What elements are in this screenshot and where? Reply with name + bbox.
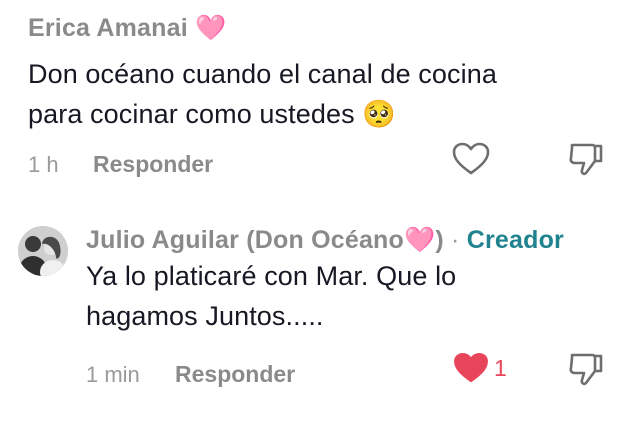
separator-dot: ·: [451, 226, 460, 254]
pink-heart-emoji: 🩷: [404, 226, 436, 254]
comment-username[interactable]: Erica Amanai 🩷: [28, 14, 226, 43]
comment-item: Erica Amanai 🩷 Don océano cuando el cana…: [0, 0, 628, 190]
comment-text-line: hagamos Juntos.....: [86, 301, 324, 331]
avatar[interactable]: [18, 226, 68, 276]
comment-text: Don océano cuando el canal de cocina par…: [28, 54, 618, 134]
comment-text-line: Don océano cuando el canal de cocina: [28, 59, 497, 89]
heart-filled-icon[interactable]: [453, 352, 489, 384]
pleading-face-emoji: 🥺: [362, 99, 396, 129]
creator-badge: Creador: [466, 226, 564, 254]
thumbs-down-icon[interactable]: [568, 142, 604, 178]
reply-button[interactable]: Responder: [93, 151, 213, 178]
comment-text-line: Ya lo platicaré con Mar. Que lo: [86, 261, 457, 291]
reply-comment-item: Julio Aguilar (Don Océano🩷) · Creador Ya…: [0, 200, 628, 426]
thumbs-down-icon[interactable]: [568, 352, 604, 388]
reply-timestamp: 1 min: [86, 362, 140, 387]
pink-heart-emoji: 🩷: [195, 14, 227, 42]
reply-button[interactable]: Responder: [175, 361, 295, 388]
reply-text: Ya lo platicaré con Mar. Que lo hagamos …: [86, 256, 616, 336]
like-count: 1: [494, 355, 507, 381]
heart-outline-icon[interactable]: [452, 142, 490, 176]
comment-text-line: para cocinar como ustedes 🥺: [28, 99, 396, 129]
reply-username[interactable]: Julio Aguilar (Don Océano🩷) · Creador: [86, 226, 564, 255]
comment-timestamp: 1 h: [28, 152, 59, 177]
